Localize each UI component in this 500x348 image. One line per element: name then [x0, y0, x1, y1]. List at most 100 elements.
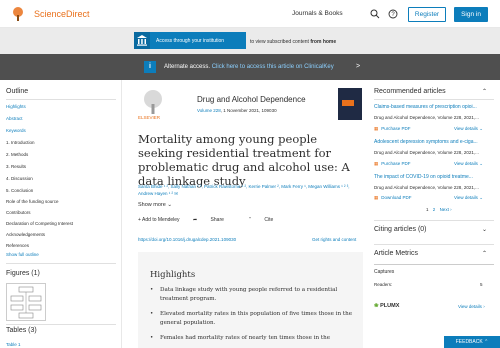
figure-thumbnail[interactable]	[6, 283, 46, 321]
figures-title: Figures (1)	[6, 270, 40, 277]
chevron-up-icon[interactable]: ⌃	[482, 250, 487, 257]
show-full-outline-link[interactable]: Show full outline	[6, 252, 39, 257]
share-button[interactable]: ➦ Share	[193, 217, 236, 223]
metrics-box: Captures Readers: 5 ❀ PLUMX View details…	[374, 264, 494, 320]
chevron-up-icon[interactable]: ⌃	[482, 88, 487, 95]
purchase-pdf-link[interactable]: ▦ Purchase PDF	[374, 161, 411, 167]
article-title: Mortality among young people seeking res…	[138, 132, 350, 188]
recommended-title: Recommended articles	[374, 88, 446, 95]
issue-date: , 1 November 2021, 109030	[220, 108, 277, 113]
view-details-link[interactable]: View details ⌄	[454, 126, 483, 132]
highlight-item: • Elevated mortality rates in this popula…	[150, 310, 355, 328]
outline-item-funding[interactable]: Role of the funding source	[6, 199, 59, 204]
volume-link[interactable]: Volume 228	[197, 108, 221, 113]
download-pdf-link[interactable]: ▦ Download PDF	[374, 195, 412, 201]
captures-label: Captures	[374, 269, 395, 275]
divider	[6, 324, 116, 325]
search-icon[interactable]	[370, 9, 380, 19]
access-bar-bold: from home	[310, 39, 337, 45]
tables-title: Tables (3)	[6, 327, 37, 334]
outline-item-conclusion[interactable]: 5. Conclusion	[6, 188, 33, 193]
page-2[interactable]: 2	[433, 207, 436, 212]
view-details-link[interactable]: View details ⌄	[454, 195, 483, 201]
outline-item-references[interactable]: References	[6, 243, 29, 248]
citing-articles-title[interactable]: Citing articles (0)	[374, 226, 427, 233]
doi-link[interactable]: https://doi.org/10.1016/j.drugalcdep.202…	[138, 237, 236, 242]
highlights-box: Highlights • Data linkage study with youn…	[138, 252, 363, 348]
sign-in-button[interactable]: Sign in	[454, 7, 488, 22]
plumx-label: PLUMX	[380, 303, 400, 309]
journals-books-link[interactable]: Journals & Books	[292, 10, 343, 17]
publisher-name: ELSEVIER	[138, 115, 161, 120]
journal-title[interactable]: Drug and Alcohol Dependence	[197, 95, 306, 104]
recommended-article-title[interactable]: The impact of COVID-19 on opioid treatme…	[374, 174, 492, 180]
show-more-button[interactable]: Show more ⌄	[138, 202, 172, 208]
purchase-pdf-link[interactable]: ▦ Purchase PDF	[374, 126, 411, 132]
outline-item-abstract[interactable]: Abstract	[6, 116, 23, 121]
chevron-right-icon: ›	[483, 304, 485, 309]
metrics-view-details-link[interactable]: View details ›	[458, 304, 485, 309]
outline-item-results[interactable]: 3. Results	[6, 164, 26, 169]
chevron-down-icon: ⌄	[479, 161, 483, 166]
cite-label: Cite	[264, 217, 274, 223]
table-1-link[interactable]: Table 1	[6, 342, 21, 347]
institution-icon	[134, 32, 150, 49]
recommended-article-title[interactable]: Claims-based measures of prescription op…	[374, 104, 492, 110]
pdf-label: Purchase PDF	[381, 126, 411, 131]
outline-item-discussion[interactable]: 4. Discussion	[6, 176, 33, 181]
cite-button[interactable]: ” Cite	[249, 217, 285, 223]
info-icon: i	[144, 61, 156, 73]
highlight-text: Data linkage study with young people ref…	[160, 287, 338, 302]
elsevier-tree-logo-icon[interactable]	[10, 6, 26, 22]
journal-cover-image[interactable]	[338, 88, 362, 120]
article-metrics-title: Article Metrics	[374, 250, 418, 257]
access-bar-text: to view subscribed content from home	[250, 39, 336, 45]
add-to-mendeley-button[interactable]: + Add to Mendeley	[138, 217, 180, 223]
outline-item-keywords[interactable]: Keywords	[6, 128, 26, 133]
divider	[374, 244, 494, 245]
outline-item-highlights[interactable]: Highlights	[6, 104, 26, 109]
outline-item-acknowledgements[interactable]: Acknowledgements	[6, 232, 45, 237]
chevron-down-icon: ⌄	[167, 202, 172, 208]
outline-item-contributors[interactable]: Contributors	[6, 210, 31, 215]
next-page-link[interactable]: Next ›	[440, 207, 452, 212]
pdf-label: Download PDF	[381, 195, 412, 200]
show-more-label: Show more	[138, 202, 166, 208]
brand-name[interactable]: ScienceDirect	[34, 9, 90, 19]
plumx-icon: ❀	[374, 303, 379, 309]
access-bar-prefix: to view subscribed content	[250, 39, 309, 45]
view-details-label: View details	[454, 126, 478, 131]
right-sidebar: Recommended articles ⌃ Claims-based meas…	[368, 80, 500, 348]
chevron-right-icon: ›	[450, 207, 452, 212]
pdf-icon: ▦	[374, 126, 379, 131]
page-1[interactable]: 1	[426, 207, 429, 212]
divider	[6, 263, 116, 264]
alternate-access-prefix: Alternate access.	[164, 64, 211, 70]
chevron-down-icon[interactable]: ⌄	[482, 226, 487, 233]
register-button[interactable]: Register	[408, 7, 446, 22]
authors-line-2[interactable]: Andrew Hayen ¹ ² ✉	[138, 190, 363, 197]
clinicalkey-link[interactable]: Click here to access this article on Cli…	[212, 64, 334, 70]
view-details-label: View details	[458, 304, 482, 309]
outline-item-competing-interest[interactable]: Declaration of Competing Interest	[6, 221, 73, 226]
view-details-link[interactable]: View details ⌄	[454, 161, 483, 167]
access-through-institution-button[interactable]: Access through your institution	[134, 32, 246, 49]
chevron-right-icon[interactable]: >	[356, 63, 360, 70]
flowchart-thumbnail-icon	[10, 286, 42, 319]
feedback-button[interactable]: FEEDBACK ⌃	[444, 336, 500, 348]
share-icon: ➦	[192, 217, 198, 223]
quote-icon: ”	[249, 217, 251, 223]
outline-item-introduction[interactable]: 1. Introduction	[6, 140, 35, 145]
rights-link[interactable]: Get rights and content	[312, 237, 356, 242]
top-navigation: ScienceDirect Journals & Books ? Registe…	[0, 0, 500, 28]
plumx-logo[interactable]: ❀ PLUMX	[374, 303, 399, 309]
readers-label: Readers:	[374, 282, 393, 287]
view-details-label: View details	[454, 195, 478, 200]
readers-value: 5	[480, 282, 483, 287]
recommended-article-title[interactable]: Adolescent depression symptoms and e-cig…	[374, 139, 492, 145]
authors-line-1[interactable]: Sarita Bhide ¹ ², Sally Nathan ¹ ², Patr…	[138, 183, 363, 190]
outline-item-methods[interactable]: 2. Methods	[6, 152, 28, 157]
institution-access-bar: Access through your institution to view …	[0, 28, 500, 54]
divider	[6, 99, 116, 100]
help-icon[interactable]: ?	[388, 9, 398, 19]
